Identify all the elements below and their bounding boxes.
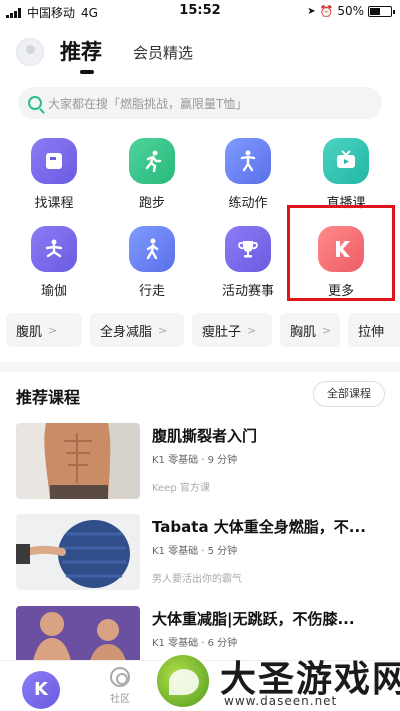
tv-icon: [323, 138, 369, 184]
chip-label: 全身减脂: [100, 324, 153, 340]
avatar[interactable]: [16, 38, 44, 66]
course-title: Tabata 大体重全身燃脂，不...: [152, 518, 366, 536]
course-thumbnail: [16, 514, 140, 590]
trophy-icon: [225, 226, 271, 272]
grid-label: 练动作: [228, 196, 268, 211]
grid-label: 找课程: [34, 196, 74, 211]
highlight-box: [287, 205, 395, 301]
grid-item-walking[interactable]: 行走: [112, 226, 192, 299]
tab-recommend[interactable]: 推荐: [60, 36, 102, 66]
chip-label: 腹肌: [16, 324, 43, 340]
nav-home-button[interactable]: K: [22, 671, 60, 709]
all-courses-button[interactable]: 全部课程: [313, 381, 385, 407]
course-meta: K1 零基础 · 9 分钟: [152, 455, 238, 466]
category-chips: 腹肌 > 全身减脂 > 瘦肚子 > 胸肌 > 拉伸: [0, 313, 400, 349]
grid-item-yoga[interactable]: 瑜伽: [14, 226, 94, 299]
chevron-right-icon: >: [48, 323, 58, 337]
chevron-right-icon: >: [247, 323, 257, 337]
nav-community[interactable]: 社区: [100, 667, 140, 705]
course-card[interactable]: Tabata 大体重全身燃脂，不... K1 零基础 · 5 分钟 男人要活出你…: [16, 514, 386, 594]
tab-member-picks[interactable]: 会员精选: [133, 42, 193, 63]
nav-community-label: 社区: [110, 694, 130, 705]
chip-belly[interactable]: 瘦肚子 >: [192, 313, 272, 347]
search-placeholder: 大家都在搜「燃脂挑战，赢限量T恤」: [48, 96, 248, 111]
course-title: 大体重减脂|无跳跃，不伤膝...: [152, 610, 355, 628]
course-source: 男人要活出你的霸气: [152, 574, 242, 585]
search-icon: [28, 96, 42, 110]
course-card[interactable]: 腹肌撕裂者入门 K1 零基础 · 9 分钟 Keep 官方课: [16, 423, 386, 503]
workout-icon: [225, 138, 271, 184]
yoga-icon: [31, 226, 77, 272]
grid-label: 瑜伽: [40, 284, 67, 299]
search-input[interactable]: 大家都在搜「燃脂挑战，赢限量T恤」: [18, 87, 382, 119]
chip-full-body[interactable]: 全身减脂 >: [90, 313, 184, 347]
location-icon: ➤: [307, 5, 316, 17]
watermark: 大圣游戏网 www.daseen.net: [150, 640, 400, 711]
chevron-right-icon: >: [158, 323, 168, 337]
chip-label: 拉伸: [358, 324, 385, 340]
chip-label: 胸肌: [290, 324, 317, 340]
running-icon: [129, 138, 175, 184]
battery-icon: [368, 5, 395, 17]
section-title: 推荐课程: [16, 388, 81, 407]
section-divider: [0, 362, 400, 372]
watermark-logo-icon: [154, 652, 212, 710]
course-thumbnail: [16, 423, 140, 499]
community-icon: [110, 667, 130, 687]
status-bar: 中国移动 4G 15:52 ➤ ⏰ 50%: [0, 0, 400, 22]
course-source: Keep 官方课: [152, 483, 210, 494]
grid-label: 跑步: [138, 196, 165, 211]
alarm-icon: ⏰: [319, 4, 334, 18]
grid-item-live-class[interactable]: 直播课: [306, 138, 386, 211]
grid-item-practice[interactable]: 练动作: [208, 138, 288, 211]
chip-stretch[interactable]: 拉伸: [348, 313, 400, 347]
chip-abs[interactable]: 腹肌 >: [6, 313, 82, 347]
active-tab-indicator: [80, 70, 94, 74]
grid-label: 行走: [138, 284, 165, 299]
chip-label: 瘦肚子: [202, 324, 242, 340]
grid-label: 活动赛事: [221, 284, 274, 299]
book-icon: [31, 138, 77, 184]
grid-item-events[interactable]: 活动赛事: [208, 226, 288, 299]
course-meta: K1 零基础 · 5 分钟: [152, 546, 238, 557]
status-right: ➤ ⏰ 50%: [307, 4, 395, 18]
course-title: 腹肌撕裂者入门: [152, 427, 258, 445]
walking-icon: [129, 226, 175, 272]
chevron-right-icon: >: [322, 323, 332, 337]
grid-item-find-course[interactable]: 找课程: [14, 138, 94, 211]
grid-item-running[interactable]: 跑步: [112, 138, 192, 211]
watermark-url: www.daseen.net: [224, 694, 338, 708]
battery-label: 50%: [337, 4, 364, 18]
chip-chest[interactable]: 胸肌 >: [280, 313, 340, 347]
